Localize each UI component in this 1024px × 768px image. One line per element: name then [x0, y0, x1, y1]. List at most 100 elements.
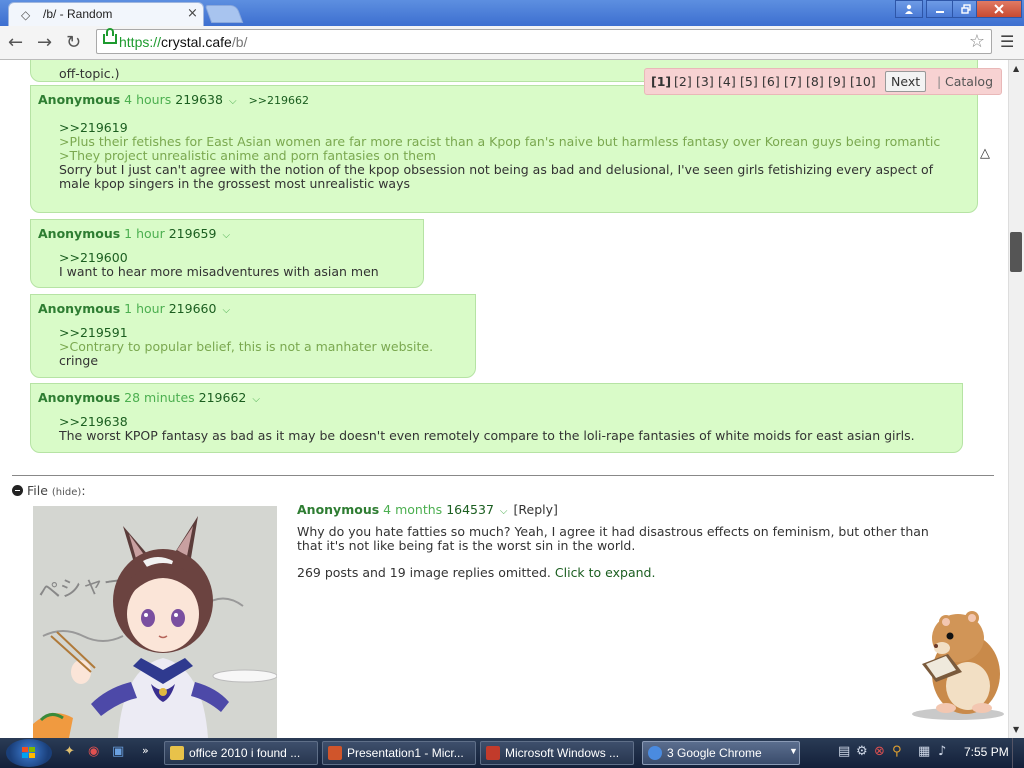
tray-security-icon[interactable]: ⊗ [874, 744, 885, 759]
start-button[interactable] [6, 739, 52, 767]
minimize-button[interactable] [926, 0, 954, 18]
quote-link[interactable]: >>219619 [59, 121, 957, 135]
post-header: Anonymous 1 hour 219659 ⌵ [38, 226, 230, 241]
browser-tab[interactable]: ◇ /b/ - Random × [8, 2, 204, 26]
close-window-button[interactable] [976, 0, 1022, 18]
scroll-down-arrow-icon[interactable]: ▼ [1013, 725, 1019, 734]
post-number[interactable]: 219660 [169, 301, 217, 316]
thread-divider [12, 475, 994, 476]
forward-arrow-icon[interactable]: → [37, 32, 52, 53]
post-text: The worst KPOP fantasy as bad as it may … [59, 428, 915, 443]
taskbar-item[interactable]: office 2010 i found ... [164, 741, 318, 765]
clock[interactable]: 7:55 PM [964, 745, 1009, 759]
tray-search-icon[interactable]: ⚲ [892, 744, 902, 759]
restore-icon [961, 4, 971, 14]
poster-name: Anonymous [38, 301, 121, 316]
tab-title: /b/ - Random [43, 7, 113, 21]
quote-link[interactable]: >>219591 [59, 326, 455, 340]
post-time: 28 minutes [124, 390, 195, 405]
anime-girl-illustration: ペシャーーク [33, 506, 277, 738]
chevron-down-icon[interactable]: ⌵ [222, 305, 230, 316]
quote-link[interactable]: >>219638 [59, 415, 942, 429]
poster-name: Anonymous [38, 226, 121, 241]
chevron-down-icon[interactable]: ⌵ [229, 96, 237, 107]
page-link-2[interactable]: [2] [674, 74, 692, 89]
minus-circle-icon[interactable] [12, 485, 23, 496]
show-desktop-button[interactable] [1012, 738, 1024, 768]
scrollbar-thumb[interactable] [1010, 232, 1022, 272]
page-link-1[interactable]: [1] [651, 74, 671, 89]
file-suffix: : [81, 483, 86, 498]
diamond-favicon-icon: ◇ [21, 8, 31, 22]
quicklaunch-app-icon[interactable]: ✦ [64, 744, 75, 759]
page-link-5[interactable]: [5] [740, 74, 758, 89]
page-link-3[interactable]: [3] [696, 74, 714, 89]
page-content: off-topic.) Anonymous 4 hours 219638 ⌵ >>219… [0, 60, 1008, 738]
taskbar-item-chrome[interactable]: 3 Google Chrome ▼ [642, 741, 800, 765]
browser-toolbar: ← → ↻ https://crystal.cafe/b/ ☆ ☰ [0, 26, 1024, 60]
post-header: Anonymous 4 hours 219638 ⌵ >>219662 [38, 92, 309, 107]
post-time: 1 hour [124, 226, 165, 241]
reply-post: Anonymous 4 hours 219638 ⌵ >>219662 >>219619… [30, 85, 978, 213]
volume-icon[interactable]: ♪ [938, 744, 946, 759]
greentext: >Contrary to popular belief, this is not… [59, 339, 434, 354]
chrome-menu-icon[interactable]: ☰ [1000, 32, 1014, 51]
page-link-10[interactable]: [10] [850, 74, 876, 89]
page-link-8[interactable]: [8] [806, 74, 824, 89]
next-page-button[interactable]: Next [885, 71, 927, 92]
taskbar-item[interactable]: Microsoft Windows ... [480, 741, 634, 765]
op-post: Anonymous 4 months 164537 ⌵ [Reply] Why do y… [297, 502, 957, 580]
person-icon [905, 4, 913, 14]
powerpoint-icon [328, 746, 342, 760]
taskbar-item[interactable]: Presentation1 - Micr... [322, 741, 476, 765]
group-chevron-icon: ▼ [789, 746, 798, 756]
chevron-down-icon[interactable]: ⌵ [222, 230, 230, 241]
post-number[interactable]: 219638 [175, 92, 223, 107]
chevron-down-icon[interactable]: ⌵ [252, 394, 260, 405]
page-link-7[interactable]: [7] [784, 74, 802, 89]
greentext: >Plus their fetishes for East Asian wome… [59, 134, 941, 149]
backlink[interactable]: >>219662 [249, 94, 309, 107]
pager-separator: | [937, 74, 942, 89]
new-tab-button[interactable] [204, 5, 244, 23]
bookmark-star-icon[interactable]: ☆ [969, 31, 985, 52]
post-number[interactable]: 219662 [199, 390, 247, 405]
op-image[interactable]: ペシャーーク [33, 506, 277, 738]
scroll-up-arrow-icon[interactable]: ▲ [1013, 64, 1019, 73]
quicklaunch-desktop-icon[interactable]: ▣ [112, 744, 124, 759]
expand-link[interactable]: Click to expand. [555, 565, 656, 580]
folder-icon [170, 746, 184, 760]
vertical-scrollbar[interactable]: ▲ ▼ [1008, 60, 1024, 738]
post-text: cringe [59, 353, 99, 368]
post-header: Anonymous 28 minutes 219662 ⌵ [38, 390, 260, 405]
page-link-6[interactable]: [6] [762, 74, 780, 89]
page-navigator: [1] [2] [3] [4] [5] [6] [7] [8] [9] [10]… [644, 68, 1002, 95]
tray-app-icon[interactable]: ▤ [838, 744, 850, 759]
page-link-4[interactable]: [4] [718, 74, 736, 89]
post-number[interactable]: 164537 [446, 502, 494, 517]
tab-close-icon[interactable]: × [187, 6, 198, 21]
file-info: File (hide): [12, 483, 86, 498]
url-text[interactable]: https://crystal.cafe/b/ [119, 34, 247, 50]
reload-icon[interactable]: ↻ [66, 32, 81, 53]
window-titlebar: ◇ /b/ - Random × [0, 0, 1024, 26]
tray-tool-icon[interactable]: ⚙ [856, 744, 868, 759]
windows-logo-icon [22, 747, 35, 758]
address-bar[interactable]: https://crystal.cafe/b/ ☆ [96, 28, 992, 54]
reply-link[interactable]: [Reply] [514, 502, 558, 517]
hide-link[interactable]: (hide) [52, 487, 81, 498]
quicklaunch-browser-icon[interactable]: ◉ [88, 744, 99, 759]
catalog-link[interactable]: Catalog [945, 74, 993, 89]
back-arrow-icon[interactable]: ← [8, 32, 23, 53]
post-number[interactable]: 219659 [169, 226, 217, 241]
quicklaunch-chevron-icon[interactable]: » [142, 744, 149, 757]
network-icon[interactable]: ▦ [918, 744, 930, 759]
page-link-9[interactable]: [9] [828, 74, 846, 89]
reply-post: Anonymous 28 minutes 219662 ⌵ >>219638 The … [30, 383, 963, 453]
poster-name: Anonymous [38, 390, 121, 405]
quote-link[interactable]: >>219600 [59, 251, 403, 265]
chevron-down-icon[interactable]: ⌵ [500, 506, 508, 517]
profile-button[interactable] [895, 0, 923, 18]
post-time: 4 months [383, 502, 443, 517]
triangle-warning-icon[interactable]: △ [980, 146, 990, 161]
